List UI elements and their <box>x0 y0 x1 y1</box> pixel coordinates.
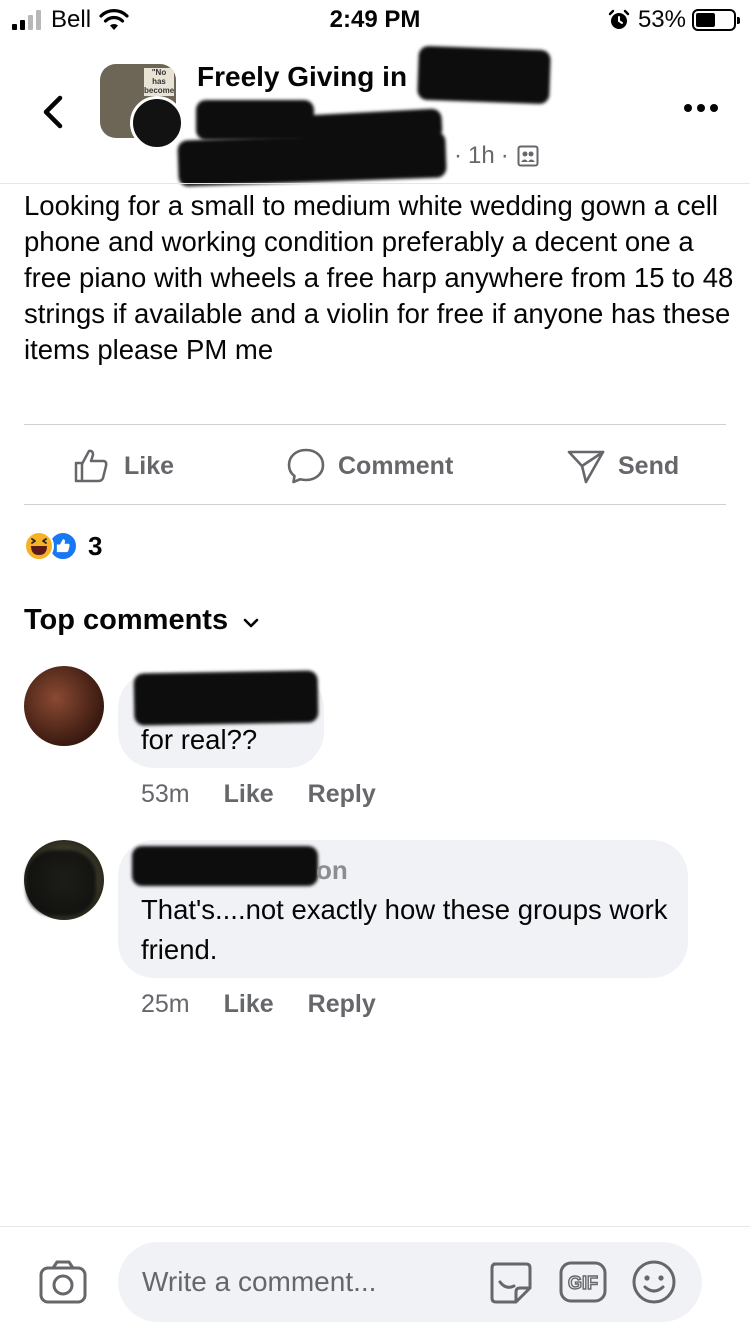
comment-label: Comment <box>338 451 454 480</box>
top-comments-label: Top comments <box>24 604 229 636</box>
emoji-icon[interactable] <box>630 1258 678 1306</box>
actions-bottom-divider <box>24 504 726 505</box>
gif-icon[interactable]: GIF <box>558 1258 608 1306</box>
battery-icon <box>692 9 740 31</box>
back-chevron-icon[interactable] <box>34 90 74 134</box>
comment-time: 25m <box>141 990 190 1018</box>
comment-text: That's....not exactly how these groups w… <box>141 894 668 965</box>
actions-top-divider <box>24 424 726 425</box>
comment-like-button[interactable]: Like <box>224 780 274 809</box>
redaction-mark <box>133 670 319 726</box>
comment-meta: 53m Like Reply <box>141 780 376 809</box>
reaction-count: 3 <box>88 530 103 561</box>
redaction-mark <box>177 131 447 187</box>
comment-text: for real?? <box>141 724 258 755</box>
comment-like-button[interactable]: Like <box>224 990 274 1019</box>
gif-label: GIF <box>568 1273 598 1293</box>
comment-meta: 25m Like Reply <box>141 990 376 1019</box>
post-time: 1h <box>468 142 495 169</box>
send-button[interactable]: Send <box>566 440 679 492</box>
reactions-summary[interactable]: 3 <box>24 530 102 562</box>
comment-button[interactable]: Comment <box>286 440 453 492</box>
alarm-icon <box>608 9 630 29</box>
like-button[interactable]: Like <box>72 440 174 492</box>
comment-bubble-icon <box>287 448 325 484</box>
send-icon <box>567 450 605 484</box>
redaction-mark <box>417 45 551 105</box>
haha-reaction-icon <box>24 531 54 561</box>
group-avatar-sign: "No has become <box>144 68 175 96</box>
redaction-mark <box>196 100 314 140</box>
sticker-icon[interactable] <box>486 1258 534 1306</box>
like-label: Like <box>124 451 175 480</box>
thumbs-up-icon <box>74 449 108 483</box>
battery-percent: 53% <box>637 6 686 33</box>
comment-avatar[interactable] <box>24 666 104 746</box>
send-label: Send <box>618 451 680 480</box>
poster-avatar[interactable] <box>130 96 184 150</box>
status-right: 53% <box>608 6 740 34</box>
comment-input[interactable] <box>118 1242 702 1322</box>
status-bar: Bell 2:49 PM 53% <box>0 0 750 40</box>
post-meta: · 1h · <box>448 142 539 170</box>
composer-divider <box>0 1226 750 1227</box>
header-divider <box>0 183 750 184</box>
comment-reply-button[interactable]: Reply <box>308 780 376 809</box>
chevron-down-icon <box>243 618 259 627</box>
top-comments-dropdown[interactable]: Top comments <box>24 604 260 637</box>
comment-reply-button[interactable]: Reply <box>308 990 376 1019</box>
camera-icon[interactable] <box>38 1258 88 1306</box>
redaction-mark <box>132 846 318 886</box>
comment-time: 53m <box>141 780 190 808</box>
commenter-name-fragment: on <box>316 855 348 885</box>
post-text: Looking for a small to medium white wedd… <box>24 190 734 365</box>
redaction-mark <box>26 850 96 916</box>
more-options-icon[interactable] <box>684 104 718 116</box>
group-audience-icon <box>517 145 539 167</box>
post-actions: Like Comment Send <box>0 440 750 492</box>
